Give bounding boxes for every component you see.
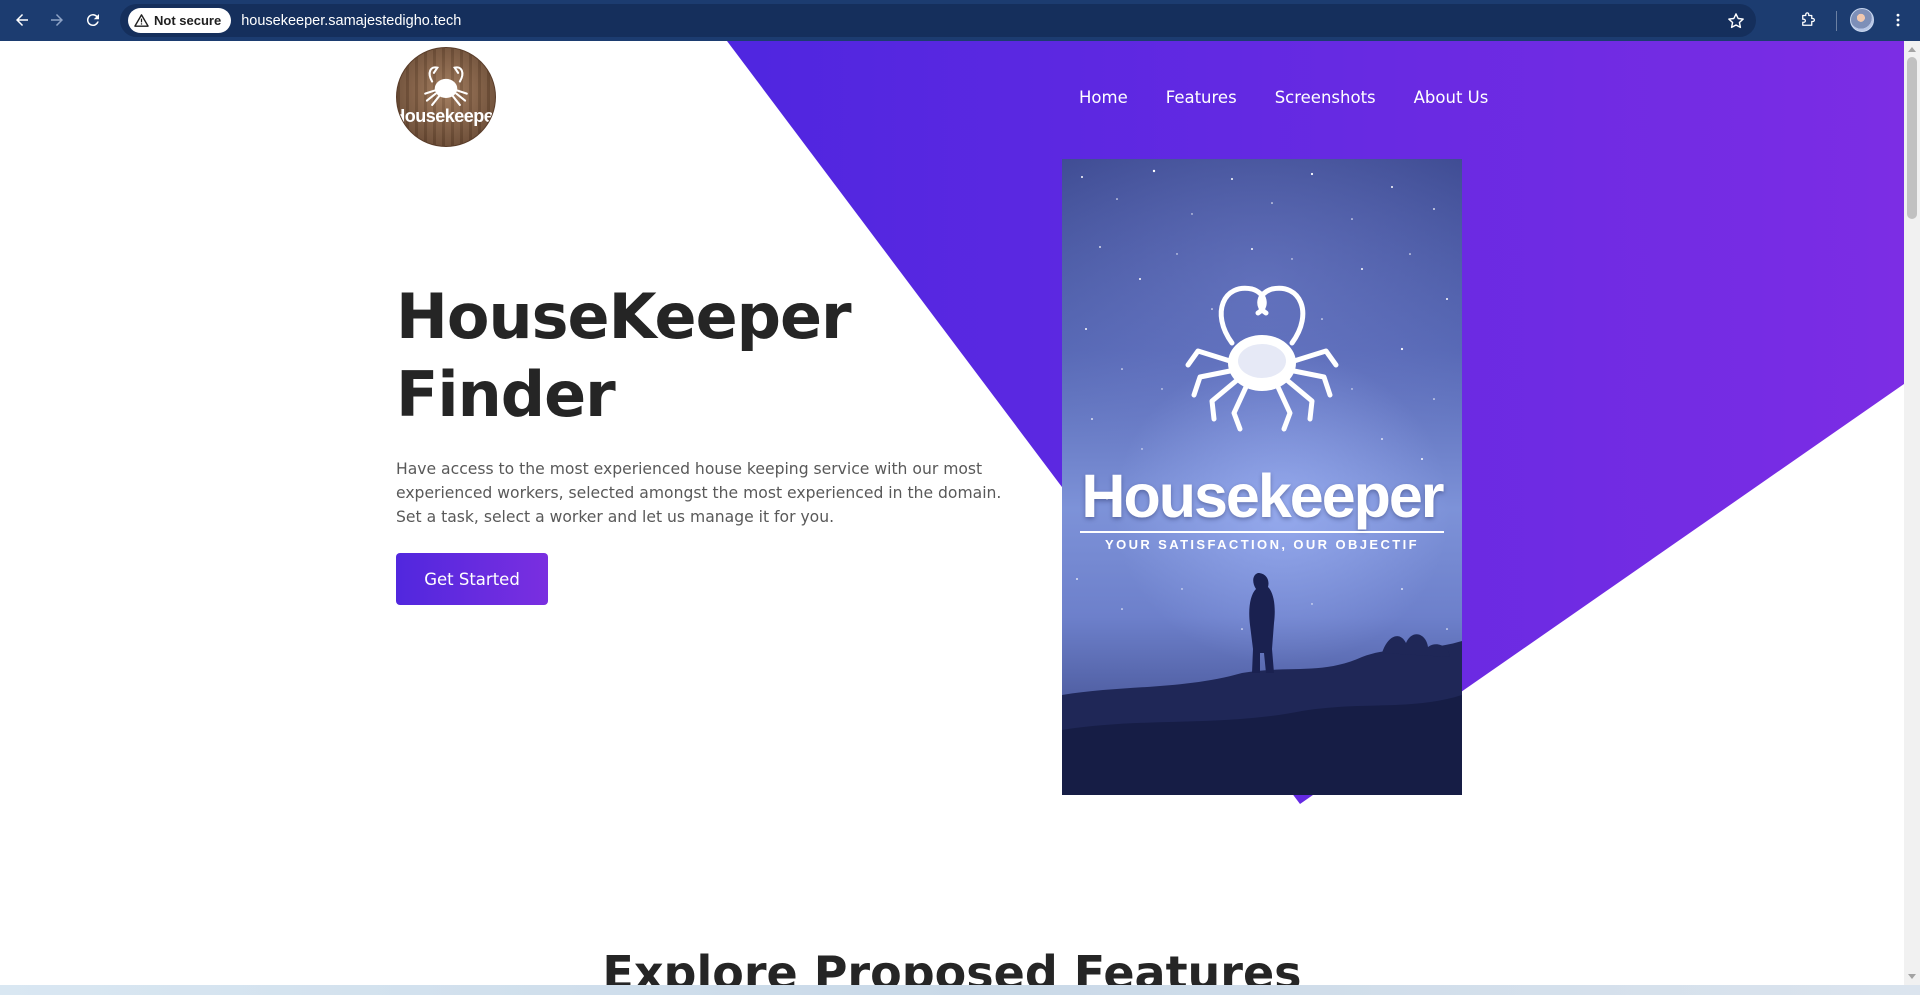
- logo-wordmark: Housekeeper: [396, 105, 496, 126]
- poster-wordmark: Housekeeper: [1081, 462, 1444, 530]
- kebab-menu-icon: [1896, 13, 1900, 27]
- warning-triangle-icon: [134, 14, 149, 27]
- page-scrollbar[interactable]: [1904, 41, 1920, 985]
- star-icon[interactable]: [1726, 11, 1746, 31]
- silhouette-scene-graphic: [1062, 573, 1462, 795]
- crab-logo-icon: [424, 65, 468, 106]
- back-button[interactable]: [8, 6, 36, 34]
- forward-button[interactable]: [43, 6, 71, 34]
- crab-emblem-icon: [1185, 285, 1339, 432]
- poster-underline: [1080, 531, 1444, 533]
- scroll-down-arrow-icon[interactable]: [1908, 974, 1916, 979]
- address-bar[interactable]: Not secure housekeeper.samajestedigho.te…: [120, 4, 1756, 37]
- hero-description: Have access to the most experienced hous…: [396, 460, 1002, 526]
- reload-button[interactable]: [79, 6, 107, 34]
- reload-icon: [86, 14, 99, 27]
- arrow-left-icon: [16, 14, 28, 26]
- hero-title-line1: HouseKeeper: [396, 280, 852, 353]
- get-started-button[interactable]: Get Started: [396, 553, 548, 605]
- extensions-button[interactable]: [1794, 6, 1822, 34]
- profile-avatar[interactable]: [1850, 8, 1874, 32]
- hero-app-image: Housekeeper YOUR SATISFACTION, OUR OBJEC…: [1062, 159, 1462, 795]
- security-chip[interactable]: Not secure: [128, 8, 232, 33]
- toolbar-divider: [1836, 11, 1837, 31]
- main-nav: Home Features Screenshots About Us: [1060, 85, 1507, 111]
- web-page: Housekeeper Home Features Screenshots Ab…: [0, 41, 1904, 985]
- browser-toolbar: Not secure housekeeper.samajestedigho.te…: [0, 0, 1920, 41]
- nav-features[interactable]: Features: [1147, 85, 1256, 111]
- puzzle-icon: [1802, 12, 1815, 26]
- hero-title: HouseKeeper Finder: [396, 278, 996, 434]
- security-label: Not secure: [154, 13, 222, 28]
- nav-home[interactable]: Home: [1060, 85, 1147, 111]
- arrow-right-icon: [51, 14, 63, 26]
- browser-menu-button[interactable]: [1884, 6, 1912, 34]
- hero-title-line2: Finder: [396, 358, 616, 431]
- nav-about-us[interactable]: About Us: [1395, 85, 1508, 111]
- url-text[interactable]: housekeeper.samajestedigho.tech: [241, 13, 461, 29]
- site-logo[interactable]: Housekeeper: [396, 47, 496, 147]
- desktop-edge-strip: [0, 985, 1920, 995]
- scroll-up-arrow-icon[interactable]: [1908, 47, 1916, 52]
- features-heading: Explore Proposed Features: [602, 946, 1302, 985]
- scroll-thumb[interactable]: [1907, 57, 1917, 219]
- nav-screenshots[interactable]: Screenshots: [1256, 85, 1395, 111]
